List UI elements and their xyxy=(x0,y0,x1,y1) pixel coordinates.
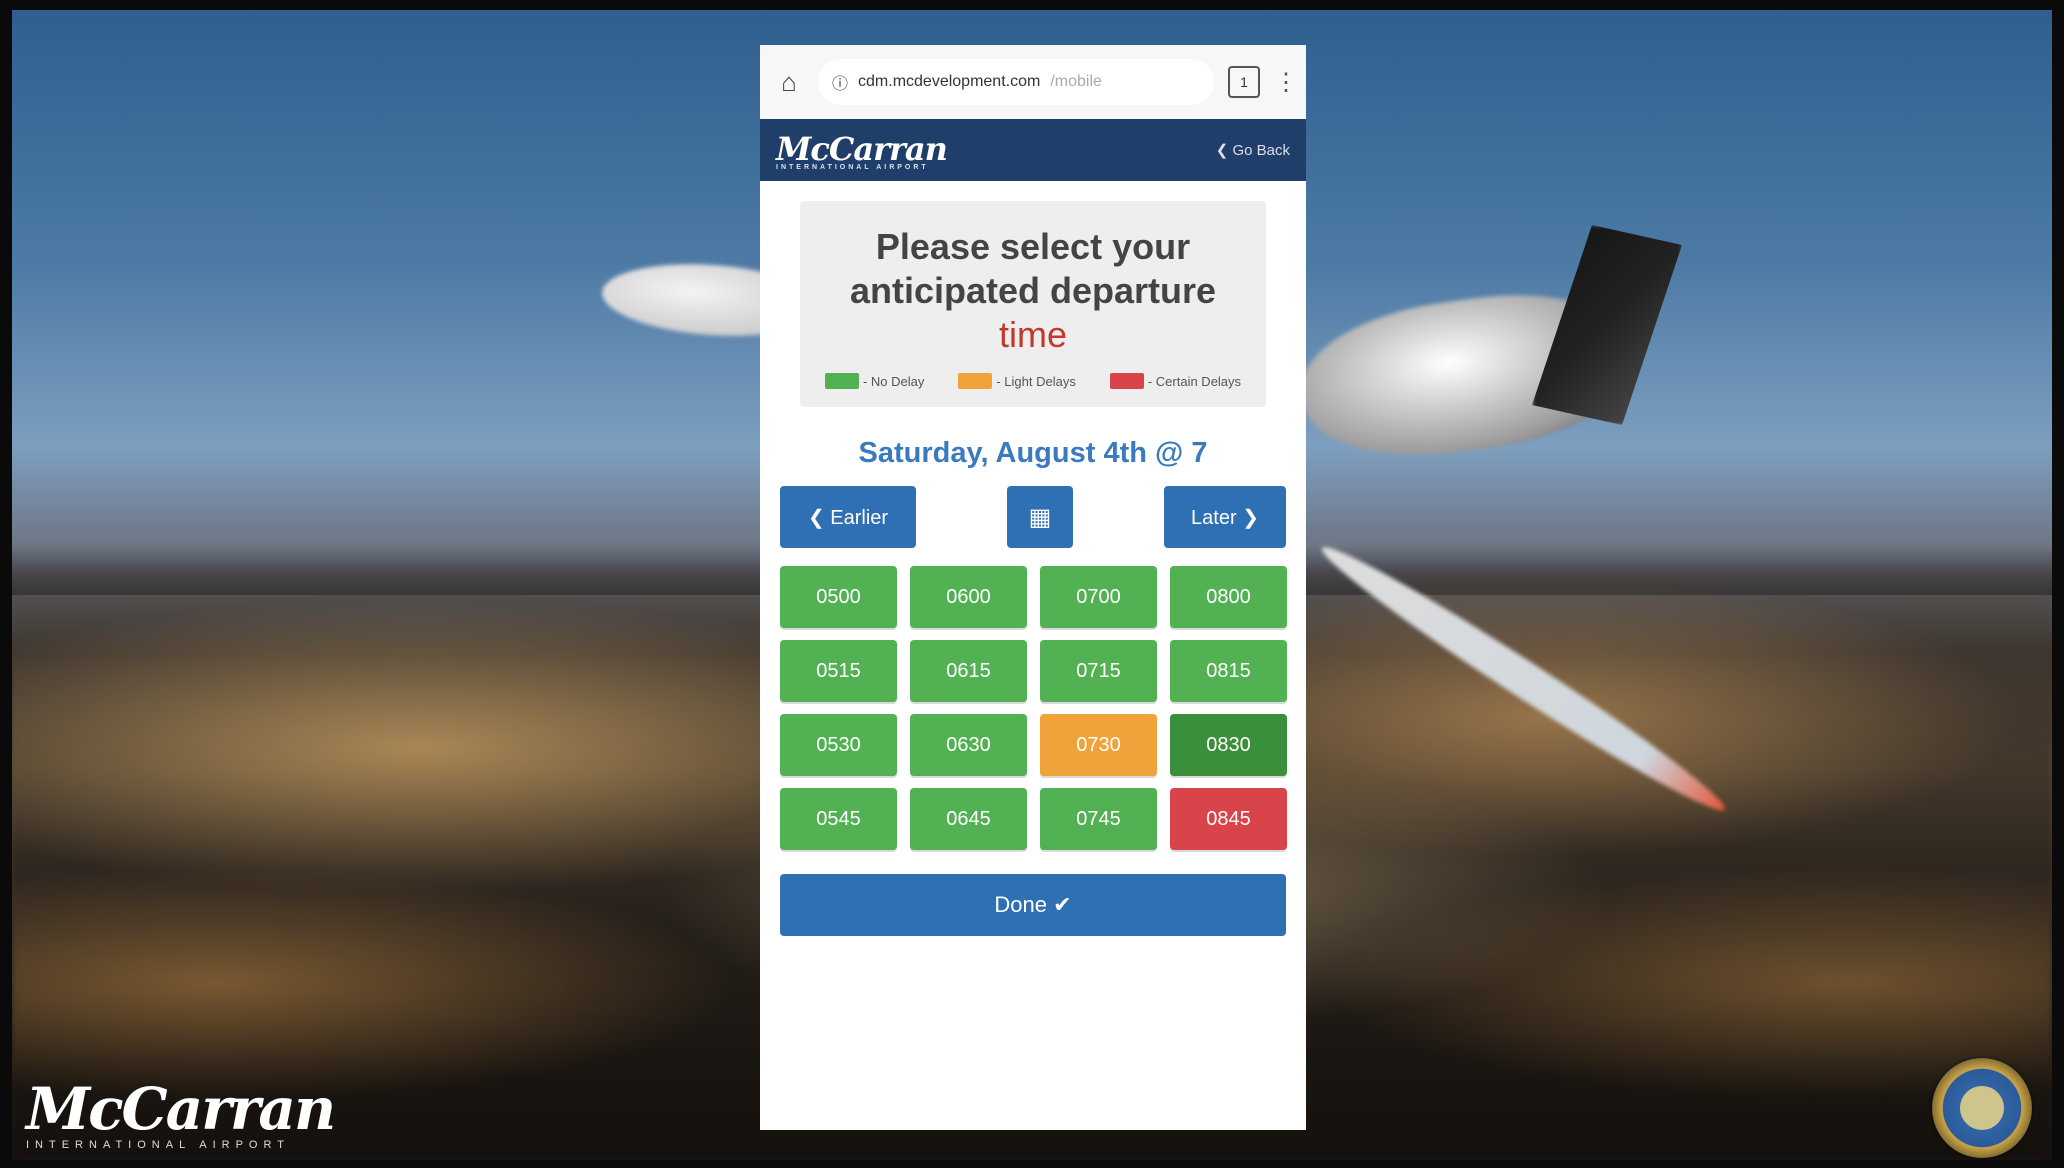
phone-screen: ⌂ ⓘ cdm.mcdevelopment.com/mobile 1 ⋮ McC… xyxy=(760,45,1306,1130)
time-slot-0615[interactable]: 0615 xyxy=(910,640,1027,702)
legend-swatch-orange xyxy=(958,373,993,389)
legend-swatch-green xyxy=(824,373,859,389)
prompt-line-3: time xyxy=(998,314,1067,355)
info-icon[interactable]: ⓘ xyxy=(832,70,848,94)
address-path: /mobile xyxy=(1050,73,1102,90)
legend-no-delay: - No Delay xyxy=(824,373,925,389)
time-slot-0800[interactable]: 0800 xyxy=(1170,566,1287,628)
time-slot-0730[interactable]: 0730 xyxy=(1040,714,1157,776)
time-slot-0745[interactable]: 0745 xyxy=(1040,788,1157,850)
prompt-line-1: Please select your xyxy=(875,226,1191,267)
time-slot-0700[interactable]: 0700 xyxy=(1040,566,1157,628)
legend-light-delays: - Light Delays xyxy=(958,373,1076,389)
tabs-icon[interactable]: 1 xyxy=(1228,66,1260,98)
prompt-line-2: anticipated departure xyxy=(849,270,1217,311)
logo-subtitle: INTERNATIONAL AIRPORT xyxy=(26,1139,290,1151)
header-logo: McCarran INTERNATIONAL AIRPORT xyxy=(776,129,948,171)
home-icon[interactable]: ⌂ xyxy=(774,67,804,97)
time-slot-0715[interactable]: 0715 xyxy=(1040,640,1157,702)
browser-url-bar: ⌂ ⓘ cdm.mcdevelopment.com/mobile 1 ⋮ xyxy=(760,45,1306,119)
more-menu-icon[interactable]: ⋮ xyxy=(1274,68,1298,97)
time-slot-0845[interactable]: 0845 xyxy=(1170,788,1287,850)
instruction-panel: Please select your anticipated departure… xyxy=(800,201,1266,407)
address-field[interactable]: ⓘ cdm.mcdevelopment.com/mobile xyxy=(818,59,1214,105)
selected-date: Saturday, August 4th @ 7 xyxy=(858,437,1208,469)
legend-label: - No Delay xyxy=(862,373,925,389)
time-slot-0515[interactable]: 0515 xyxy=(780,640,897,702)
header-logo-text: McCarran xyxy=(776,129,948,168)
time-slot-0815[interactable]: 0815 xyxy=(1170,640,1287,702)
faa-seal-icon xyxy=(1932,1058,2032,1158)
legend-label: - Light Delays xyxy=(996,373,1076,389)
legend-label: - Certain Delays xyxy=(1147,373,1242,389)
earlier-button[interactable]: ❮ Earlier xyxy=(780,486,916,548)
app-header: McCarran INTERNATIONAL AIRPORT ❮ Go Back xyxy=(760,119,1306,181)
go-back-link[interactable]: ❮ Go Back xyxy=(1216,141,1290,159)
later-button[interactable]: Later ❯ xyxy=(1164,486,1286,548)
calendar-icon[interactable]: ▦ xyxy=(1007,486,1073,548)
logo-script: McCarran xyxy=(26,1075,336,1143)
header-logo-subtitle: INTERNATIONAL AIRPORT xyxy=(776,163,929,171)
seal-center xyxy=(1960,1086,2004,1130)
time-slot-0645[interactable]: 0645 xyxy=(910,788,1027,850)
done-button[interactable]: Done ✔ xyxy=(780,874,1286,936)
time-slot-0830[interactable]: 0830 xyxy=(1170,714,1287,776)
time-slot-0530[interactable]: 0530 xyxy=(780,714,897,776)
mccarran-logo: McCarran INTERNATIONAL AIRPORT xyxy=(26,1075,336,1151)
time-slot-0600[interactable]: 0600 xyxy=(910,566,1027,628)
time-slot-0545[interactable]: 0545 xyxy=(780,788,897,850)
delay-legend: - No Delay - Light Delays - Certain Dela… xyxy=(810,373,1256,389)
time-slot-grid: 0500 0600 0700 0800 0515 0615 0715 0815 0530 0630… xyxy=(760,566,1306,850)
time-navigation: ❮ Earlier ▦ Later ❯ xyxy=(760,486,1306,548)
address-host: cdm.mcdevelopment.com xyxy=(858,73,1041,90)
main-content: Please select your anticipated departure… xyxy=(760,181,1306,1130)
legend-swatch-red xyxy=(1109,373,1144,389)
time-slot-0500[interactable]: 0500 xyxy=(780,566,897,628)
legend-certain-delays: - Certain Delays xyxy=(1109,373,1242,389)
time-slot-0630[interactable]: 0630 xyxy=(910,714,1027,776)
